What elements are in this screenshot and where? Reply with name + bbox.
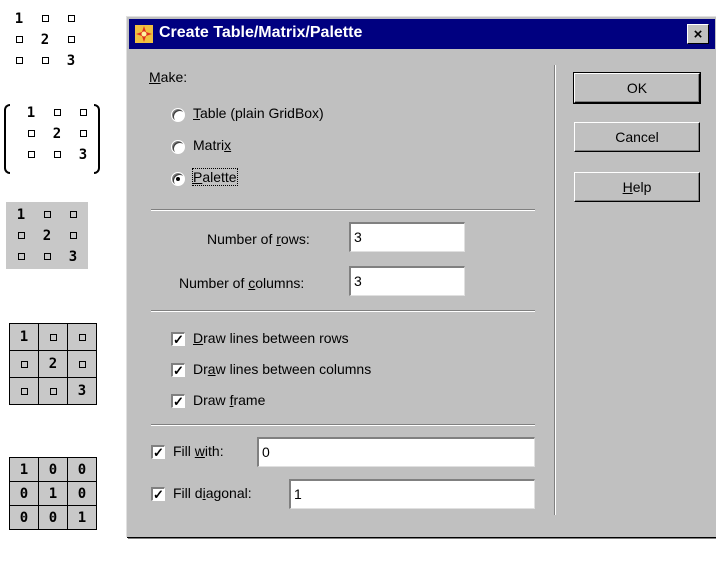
preview-matrix-cell: 2 xyxy=(52,125,62,142)
fill-diagonal-label[interactable]: Fill diagonal: xyxy=(173,485,252,501)
fill-with-input[interactable]: 0 xyxy=(257,437,535,467)
fill-with-checkbox[interactable]: ✓ xyxy=(151,445,165,459)
radio-matrix-label[interactable]: Matrix xyxy=(193,137,231,153)
preview-filled-cell: 1 xyxy=(67,505,97,530)
preview-matrix-cell: 1 xyxy=(26,104,36,121)
left-paren-icon xyxy=(4,104,10,174)
preview-filled-cell: 1 xyxy=(38,481,68,506)
placeholder-square-icon xyxy=(67,15,75,22)
dialog-title: Create Table/Matrix/Palette xyxy=(159,24,363,41)
placeholder-square-icon xyxy=(69,211,77,218)
preview-plain-cell: 3 xyxy=(66,52,76,69)
preview-filled-cell: 0 xyxy=(67,481,97,506)
placeholder-square-icon xyxy=(69,232,77,239)
draw-columns-checkbox[interactable]: ✓ xyxy=(171,363,185,377)
fill-diagonal-input[interactable]: 1 xyxy=(289,479,535,509)
radio-palette[interactable] xyxy=(171,172,185,186)
placeholder-square-icon xyxy=(49,334,57,341)
separator xyxy=(151,209,535,211)
placeholder-square-icon xyxy=(79,109,87,116)
preview-filled-cell: 0 xyxy=(38,505,68,530)
vertical-separator xyxy=(554,65,556,515)
placeholder-square-icon xyxy=(79,130,87,137)
placeholder-square-icon xyxy=(67,36,75,43)
radio-palette-label[interactable]: Palette xyxy=(192,168,238,186)
close-icon: × xyxy=(693,25,703,43)
preview-lined-cell: 1 xyxy=(9,323,39,351)
placeholder-square-icon xyxy=(41,57,49,64)
placeholder-square-icon xyxy=(41,15,49,22)
placeholder-square-icon xyxy=(15,36,23,43)
preview-filled-cell: 0 xyxy=(9,505,39,530)
ok-button[interactable]: OK xyxy=(573,72,701,104)
draw-frame-label[interactable]: Draw frame xyxy=(193,392,265,408)
placeholder-square-icon xyxy=(27,151,35,158)
radio-table[interactable] xyxy=(171,108,185,122)
preview-plain-cell: 2 xyxy=(40,31,50,48)
placeholder-square-icon xyxy=(78,361,86,368)
placeholder-square-icon xyxy=(20,361,28,368)
separator xyxy=(151,310,535,312)
placeholder-square-icon xyxy=(17,232,25,239)
fill-with-label[interactable]: Fill with: xyxy=(173,443,224,459)
placeholder-square-icon xyxy=(20,388,28,395)
columns-label: Number of columns: xyxy=(179,275,305,291)
preview-plain-cell: 1 xyxy=(14,10,24,27)
preview-lined-cell: 3 xyxy=(67,377,97,405)
help-button-label: elp xyxy=(632,179,652,195)
fill-diagonal-checkbox[interactable]: ✓ xyxy=(151,487,165,501)
help-button[interactable]: Help xyxy=(574,172,700,202)
preview-filled-palette: 1 0 0 0 1 0 0 0 1 xyxy=(9,457,97,530)
radio-selected-dot-icon xyxy=(176,177,180,181)
placeholder-square-icon xyxy=(15,57,23,64)
separator xyxy=(151,424,535,426)
placeholder-square-icon xyxy=(53,109,61,116)
rows-label: Number of rows: xyxy=(207,231,310,247)
preview-plain-grid: 1 2 3 xyxy=(6,8,84,71)
draw-rows-checkbox[interactable]: ✓ xyxy=(171,332,185,346)
draw-columns-label[interactable]: Draw lines between columns xyxy=(193,361,371,377)
make-label: Make: xyxy=(149,69,188,85)
radio-matrix[interactable] xyxy=(171,140,185,154)
draw-rows-label[interactable]: Draw lines between rows xyxy=(193,330,349,346)
preview-lined-cell: 2 xyxy=(38,350,68,378)
preview-lined-palette: 1 2 3 xyxy=(9,323,97,405)
placeholder-square-icon xyxy=(49,388,57,395)
help-button-key: H xyxy=(622,179,633,195)
preview-matrix: 1 2 3 xyxy=(4,102,104,178)
preview-filled-cell: 0 xyxy=(67,457,97,482)
preview-filled-cell: 0 xyxy=(9,481,39,506)
create-table-dialog: Create Table/Matrix/Palette × Make: Tabl… xyxy=(126,16,716,537)
preview-filled-cell: 1 xyxy=(9,457,39,482)
preview-palette: 1 2 3 xyxy=(6,202,88,269)
preview-palette-cell: 3 xyxy=(68,248,78,265)
placeholder-square-icon xyxy=(78,334,86,341)
rows-input[interactable]: 3 xyxy=(349,222,465,252)
radio-table-label[interactable]: Table (plain GridBox) xyxy=(193,105,324,121)
placeholder-square-icon xyxy=(27,130,35,137)
cancel-button[interactable]: Cancel xyxy=(574,122,700,152)
preview-matrix-cell: 3 xyxy=(78,146,88,163)
close-button[interactable]: × xyxy=(687,24,709,44)
title-bar[interactable]: Create Table/Matrix/Palette × xyxy=(129,19,715,49)
placeholder-square-icon xyxy=(53,151,61,158)
preview-filled-cell: 0 xyxy=(38,457,68,482)
columns-input[interactable]: 3 xyxy=(349,266,465,296)
preview-palette-cell: 1 xyxy=(16,206,26,223)
draw-frame-checkbox[interactable]: ✓ xyxy=(171,394,185,408)
app-icon xyxy=(135,25,153,43)
placeholder-square-icon xyxy=(43,253,51,260)
placeholder-square-icon xyxy=(17,253,25,260)
preview-palette-cell: 2 xyxy=(42,227,52,244)
placeholder-square-icon xyxy=(43,211,51,218)
